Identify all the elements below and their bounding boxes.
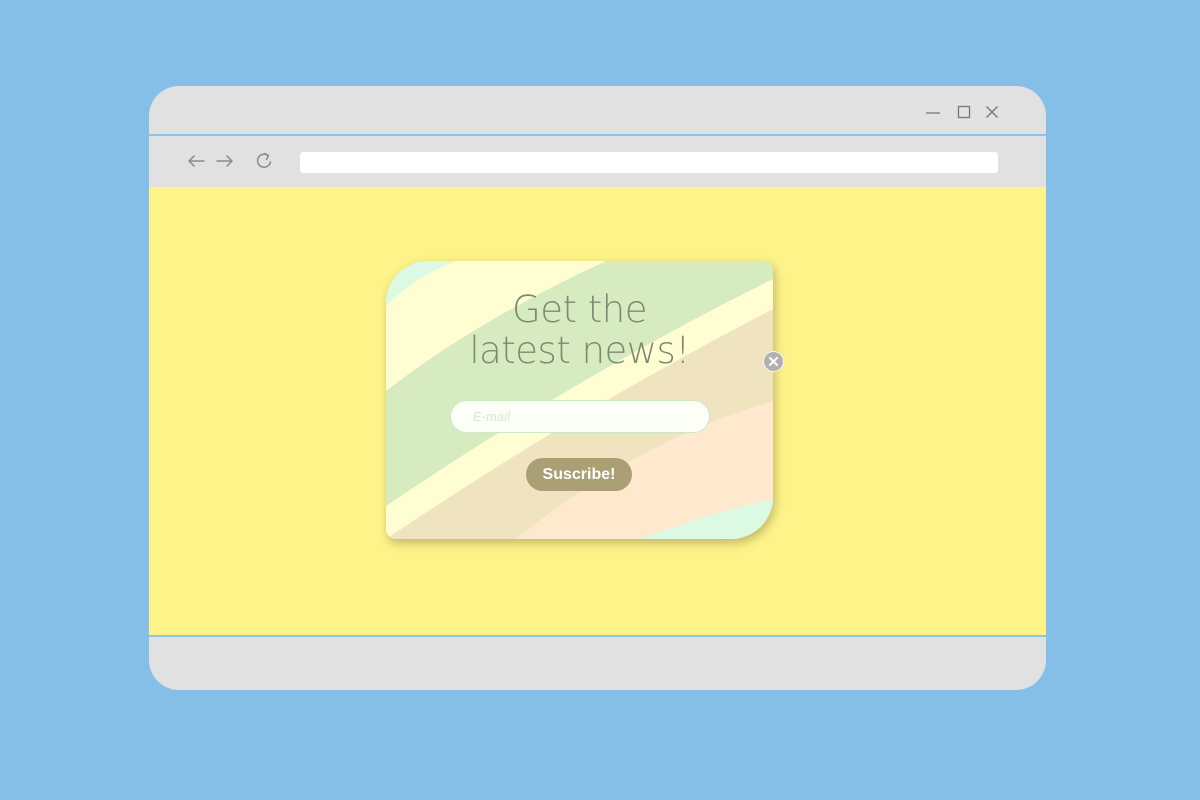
page-content: Get the latest news! Suscribe! <box>149 187 1046 637</box>
browser-toolbar <box>149 137 1046 187</box>
browser-window: Get the latest news! Suscribe! <box>149 86 1046 690</box>
close-icon[interactable] <box>983 103 1001 121</box>
popup-title: Get the latest news! <box>386 289 773 371</box>
status-bar <box>149 637 1046 690</box>
minimize-icon[interactable] <box>924 103 942 121</box>
arrow-right-icon[interactable] <box>213 149 237 173</box>
popup-title-line-1: Get the <box>512 288 647 331</box>
title-bar <box>149 86 1046 136</box>
email-input[interactable] <box>450 400 710 433</box>
arrow-left-icon[interactable] <box>184 149 208 173</box>
maximize-icon[interactable] <box>955 103 973 121</box>
subscribe-button[interactable]: Suscribe! <box>526 458 632 491</box>
close-icon <box>769 357 778 366</box>
reload-icon[interactable] <box>252 149 276 173</box>
address-bar[interactable] <box>300 152 998 173</box>
popup-title-line-2: latest news! <box>469 329 690 372</box>
newsletter-popup: Get the latest news! Suscribe! <box>386 261 773 539</box>
popup-close-button[interactable] <box>763 351 784 372</box>
